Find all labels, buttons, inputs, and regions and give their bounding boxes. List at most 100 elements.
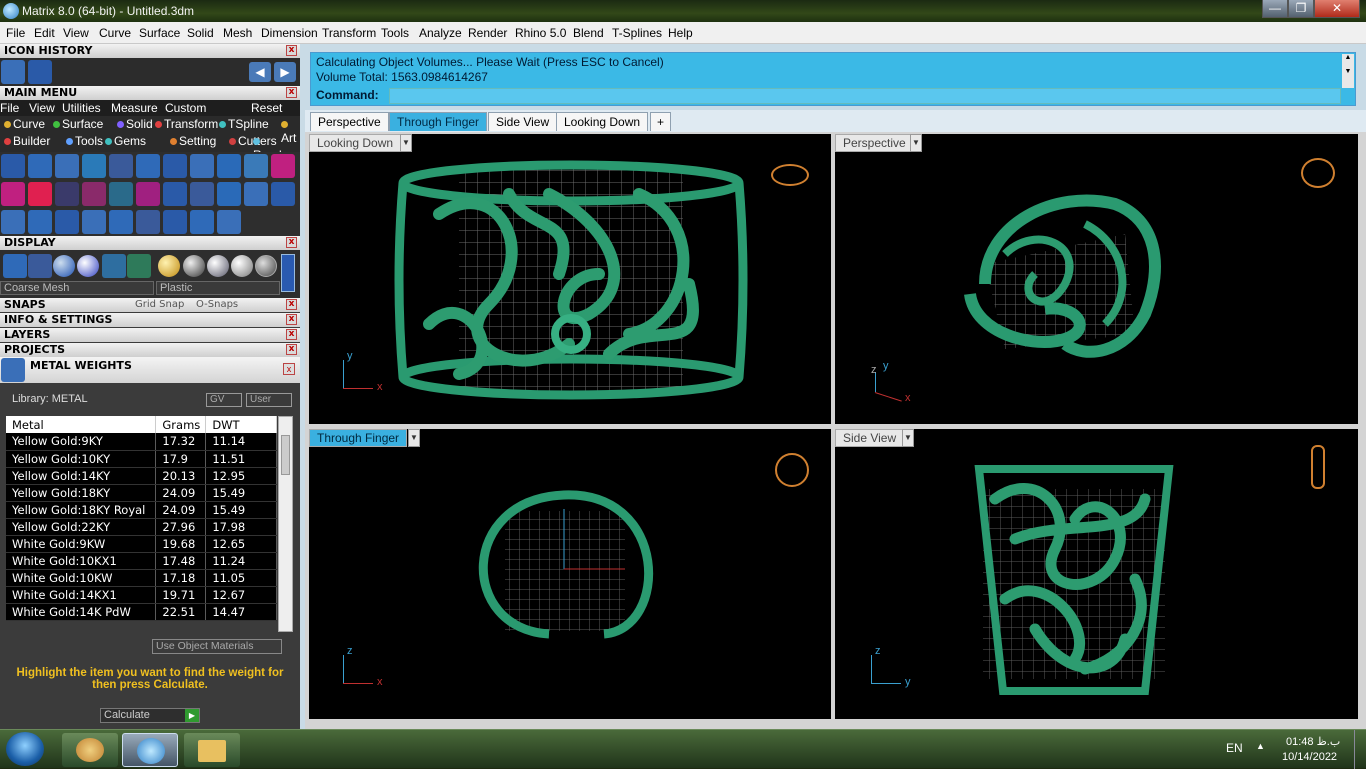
table-row[interactable]: Yellow Gold:22KY 27.96 17.98	[6, 518, 277, 536]
tool-icon[interactable]	[190, 182, 214, 206]
menu-dimension[interactable]: Dimension	[261, 26, 318, 40]
clock-date[interactable]: 10/14/2022	[1282, 751, 1337, 763]
category-tab[interactable]: Tools	[66, 134, 103, 148]
tool-icon[interactable]	[109, 182, 133, 206]
grid-snap-toggle[interactable]: Grid Snap	[135, 298, 184, 312]
menu-curve[interactable]: Curve	[99, 26, 131, 40]
tab-looking-down[interactable]: Looking Down	[556, 112, 649, 131]
mm-utilities[interactable]: Utilities	[62, 101, 101, 115]
layout-icon[interactable]	[127, 254, 151, 278]
category-tab[interactable]: Solid	[117, 117, 153, 131]
osnaps-toggle[interactable]: O-Snaps	[196, 298, 238, 312]
reset-button[interactable]: Reset	[251, 101, 282, 115]
tool-icon[interactable]	[136, 182, 160, 206]
table-row[interactable]: White Gold:14K PdW 22.51 14.47	[6, 603, 277, 621]
close-button[interactable]: ✕	[1314, 0, 1360, 18]
rendered-sphere-icon[interactable]	[77, 255, 99, 277]
tool-icon[interactable]	[136, 210, 160, 234]
maximize-button[interactable]: ❐	[1288, 0, 1314, 18]
table-row[interactable]: White Gold:14KX1 19.71 12.67	[6, 586, 277, 604]
close-icon[interactable]: x	[286, 45, 297, 56]
close-icon[interactable]: x	[286, 314, 297, 325]
viewport-through-finger[interactable]: Through Finger ▼ z x	[309, 429, 831, 719]
show-desktop-button[interactable]	[1354, 730, 1366, 769]
tool-icon[interactable]	[82, 154, 106, 178]
check-icon[interactable]	[28, 60, 52, 84]
display-toggle[interactable]	[281, 254, 295, 292]
category-tab[interactable]: TSpline	[219, 117, 269, 131]
table-row[interactable]: Yellow Gold:18KY Royal 24.09 15.49	[6, 501, 277, 519]
clock-time[interactable]: 01:48 ب.ظ	[1286, 735, 1340, 748]
tool-icon[interactable]	[163, 154, 187, 178]
tool-icon[interactable]	[1, 154, 25, 178]
tool-icon[interactable]	[163, 210, 187, 234]
menu-file[interactable]: File	[6, 26, 25, 40]
tool-icon[interactable]	[271, 154, 295, 178]
tool-icon[interactable]	[217, 210, 241, 234]
tool-icon[interactable]	[55, 210, 79, 234]
tab-side-view[interactable]: Side View	[488, 112, 558, 131]
menu-tsplines[interactable]: T-Splines	[612, 26, 662, 40]
pearl-sphere-icon[interactable]	[231, 255, 253, 277]
gv-toggle[interactable]: GV	[206, 393, 242, 407]
gem-icon[interactable]	[1, 60, 25, 84]
mm-file[interactable]: File	[0, 101, 19, 115]
chevron-down-icon[interactable]: ▼	[902, 429, 914, 447]
viewport-label[interactable]: Side View	[835, 429, 905, 447]
category-tab[interactable]: Surface	[53, 117, 103, 131]
back-arrow-icon[interactable]: ◀	[249, 62, 271, 82]
forward-arrow-icon[interactable]: ▶	[274, 62, 296, 82]
close-icon[interactable]: x	[286, 329, 297, 340]
mesh-select[interactable]: Coarse Mesh	[0, 281, 154, 295]
menu-tools[interactable]: Tools	[381, 26, 409, 40]
viewport-label[interactable]: Looking Down	[309, 134, 402, 152]
command-scrollbar[interactable]: ▲ ▼	[1342, 54, 1354, 88]
tool-icon[interactable]	[271, 182, 295, 206]
tool-icon[interactable]	[55, 182, 79, 206]
tool-icon[interactable]	[190, 154, 214, 178]
tool-icon[interactable]	[136, 154, 160, 178]
viewport-looking-down[interactable]: Looking Down ▼ y x	[309, 134, 831, 424]
tab-through-finger[interactable]: Through Finger	[389, 112, 488, 131]
icon-history-header[interactable]: ICON HISTORY x	[0, 44, 300, 58]
tool-icon[interactable]	[217, 154, 241, 178]
close-icon[interactable]: x	[286, 344, 297, 355]
tool-icon[interactable]	[28, 210, 52, 234]
language-indicator[interactable]: EN	[1226, 741, 1243, 755]
tool-icon[interactable]	[190, 210, 214, 234]
col-dwt[interactable]: DWT	[205, 416, 277, 433]
chrome-sphere-icon[interactable]	[207, 255, 229, 277]
tool-icon[interactable]	[82, 182, 106, 206]
snaps-header[interactable]: SNAPS Grid Snap O-Snaps x	[0, 298, 300, 312]
menu-solid[interactable]: Solid	[187, 26, 214, 40]
chevron-down-icon[interactable]: ▼	[910, 134, 922, 152]
category-tab[interactable]: Curve	[4, 117, 45, 131]
table-row[interactable]: Yellow Gold:18KY 24.09 15.49	[6, 484, 277, 502]
matrix-app-button[interactable]	[122, 733, 178, 767]
tool-icon[interactable]	[244, 182, 268, 206]
menu-analyze[interactable]: Analyze	[419, 26, 462, 40]
viewport-label[interactable]: Perspective	[835, 134, 914, 152]
viewport-perspective[interactable]: Perspective ▼ y x z	[835, 134, 1358, 424]
use-object-materials-button[interactable]: Use Object Materials	[152, 639, 282, 654]
add-tab-button[interactable]: +	[650, 112, 672, 131]
mm-view[interactable]: View	[29, 101, 55, 115]
category-tab[interactable]: Transform	[155, 117, 218, 131]
tool-icon[interactable]	[55, 154, 79, 178]
command-input[interactable]	[389, 88, 1341, 104]
menu-edit[interactable]: Edit	[34, 26, 55, 40]
tool-icon[interactable]	[1, 210, 25, 234]
scroll-thumb[interactable]	[281, 435, 290, 475]
chevron-down-icon[interactable]: ▼	[408, 429, 420, 447]
viewport-label[interactable]: Through Finger	[309, 429, 408, 447]
menu-transform[interactable]: Transform	[322, 26, 376, 40]
table-row[interactable]: White Gold:9KW 19.68 12.65	[6, 535, 277, 553]
gold-sphere-icon[interactable]	[158, 255, 180, 277]
close-icon[interactable]: x	[286, 87, 297, 98]
tab-perspective[interactable]: Perspective	[310, 112, 389, 131]
info-settings-header[interactable]: INFO & SETTINGS x	[0, 313, 300, 327]
start-button[interactable]	[6, 732, 44, 766]
display-header[interactable]: DISPLAY x	[0, 236, 300, 250]
calculate-button[interactable]: Calculate ▶	[100, 708, 200, 723]
col-metal[interactable]: Metal	[6, 416, 157, 433]
